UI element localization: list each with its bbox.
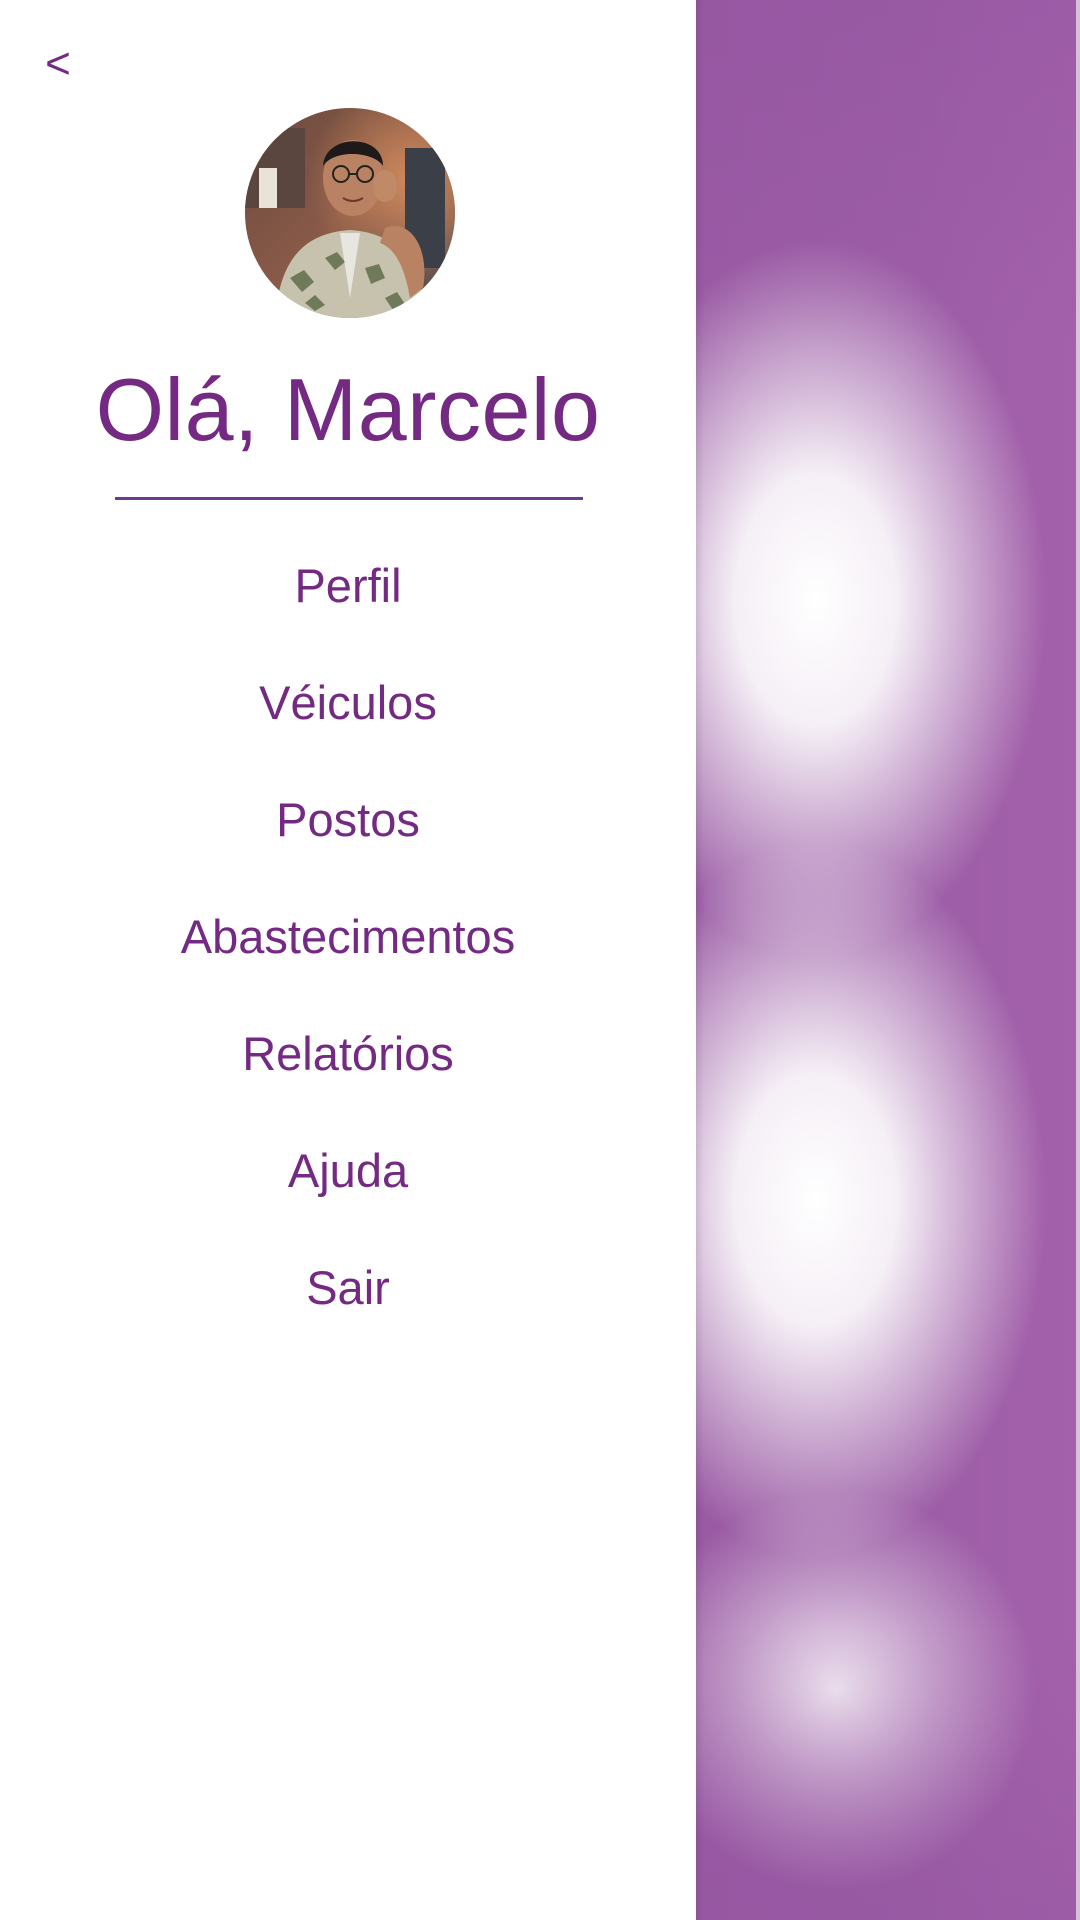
menu-item-abastecimentos[interactable]: Abastecimentos bbox=[0, 893, 696, 1010]
divider bbox=[115, 497, 583, 500]
menu-item-ajuda[interactable]: Ajuda bbox=[0, 1127, 696, 1244]
user-greeting: Olá, Marcelo bbox=[95, 360, 601, 459]
menu-item-postos[interactable]: Postos bbox=[0, 776, 696, 893]
back-button[interactable]: < bbox=[36, 38, 80, 90]
avatar[interactable] bbox=[245, 108, 455, 318]
avatar-photo-icon bbox=[245, 108, 455, 318]
menu-item-perfil[interactable]: Perfil bbox=[0, 542, 696, 659]
drawer-menu: Perfil Véiculos Postos Abastecimentos Re… bbox=[0, 542, 696, 1361]
menu-item-sair[interactable]: Sair bbox=[0, 1244, 696, 1361]
menu-item-relatorios[interactable]: Relatórios bbox=[0, 1010, 696, 1127]
backdrop-shade bbox=[696, 0, 1080, 1920]
backdrop-edge bbox=[1076, 0, 1080, 1920]
drawer-scrim[interactable] bbox=[696, 0, 1080, 1920]
drawer-shadow bbox=[696, 0, 704, 1920]
navigation-drawer: < Olá, Marcelo Perfil Véiculos Postos Ab… bbox=[0, 0, 696, 1920]
menu-item-veiculos[interactable]: Véiculos bbox=[0, 659, 696, 776]
